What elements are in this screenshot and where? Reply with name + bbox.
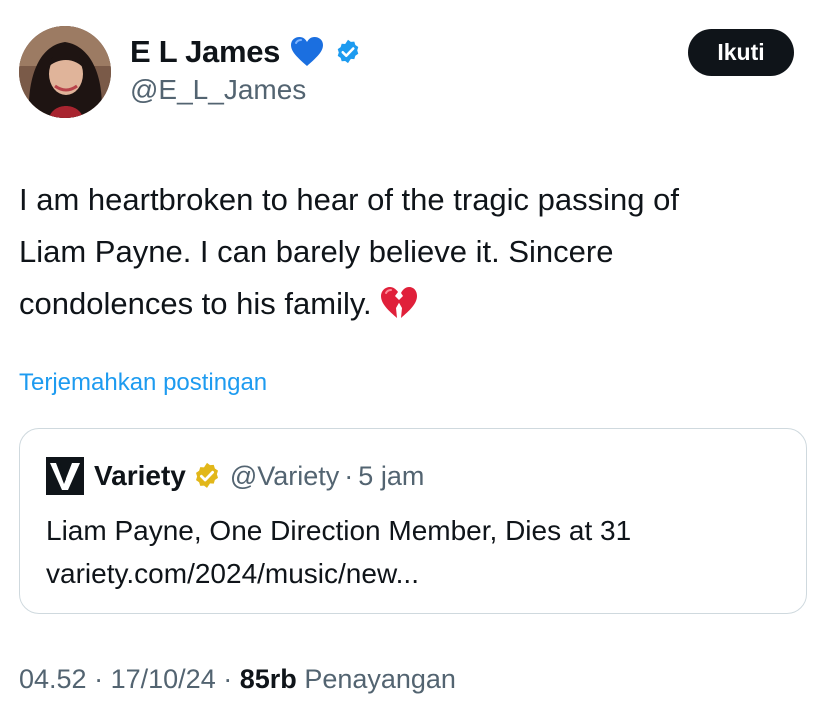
author-name-row: E L James xyxy=(130,30,362,74)
broken-heart-icon xyxy=(380,284,418,336)
follow-button[interactable]: Ikuti xyxy=(688,29,794,76)
quote-tweet-card[interactable]: Variety @Variety · 5 jam Liam Payne, One… xyxy=(19,428,807,614)
quote-link[interactable]: variety.com/2024/music/new... xyxy=(46,552,631,595)
verified-org-badge-icon xyxy=(192,461,222,491)
author-handle[interactable]: @E_L_James xyxy=(130,74,306,106)
views-count[interactable]: 85rb xyxy=(240,664,297,694)
verified-badge-icon xyxy=(334,38,362,66)
tweet-line: condolences to his family. xyxy=(19,278,809,336)
variety-logo-icon[interactable] xyxy=(46,457,84,495)
tweet-text: I am heartbroken to hear of the tragic p… xyxy=(19,174,809,336)
quote-header: Variety @Variety · 5 jam xyxy=(46,457,424,495)
quote-separator: · xyxy=(344,460,354,491)
tweet-line-text: condolences to his family. xyxy=(19,286,372,321)
views-label: Penayangan xyxy=(304,664,456,694)
tweet-meta: 04.52 · 17/10/24 · 85rb Penayangan xyxy=(19,664,456,695)
quote-timestamp[interactable]: 5 jam xyxy=(358,461,424,492)
blue-heart-icon xyxy=(290,36,324,68)
meta-separator: · xyxy=(223,664,233,694)
post-date[interactable]: 17/10/24 xyxy=(111,664,216,694)
tweet-line: I am heartbroken to hear of the tragic p… xyxy=(19,182,679,217)
translate-post-link[interactable]: Terjemahkan postingan xyxy=(19,369,267,397)
avatar[interactable] xyxy=(19,26,111,118)
quote-body: Liam Payne, One Direction Member, Dies a… xyxy=(46,509,631,595)
quote-author-name[interactable]: Variety xyxy=(94,460,186,492)
quote-headline: Liam Payne, One Direction Member, Dies a… xyxy=(46,515,632,546)
tweet-line: Liam Payne. I can barely believe it. Sin… xyxy=(19,234,614,269)
post-time[interactable]: 04.52 xyxy=(19,664,87,694)
quote-author-handle[interactable]: @Variety xyxy=(230,461,339,492)
author-display-name[interactable]: E L James xyxy=(130,34,280,70)
meta-separator: · xyxy=(94,664,104,694)
